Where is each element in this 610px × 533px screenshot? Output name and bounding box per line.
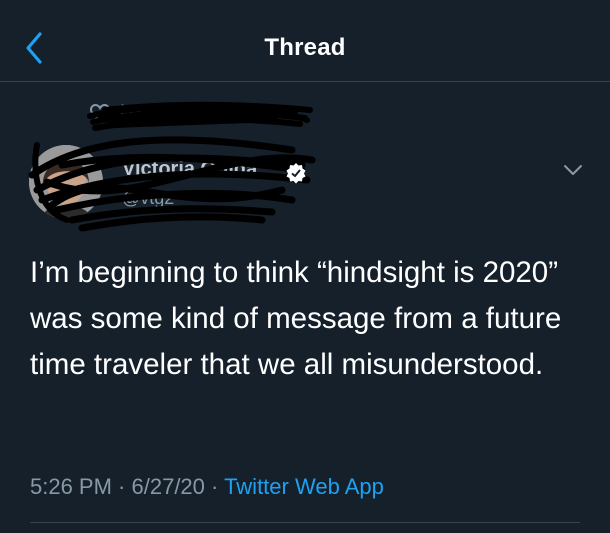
- page-title: Thread: [264, 34, 346, 61]
- avatar-photo: [29, 145, 103, 219]
- divider: [30, 522, 580, 523]
- verified-badge-icon: [286, 163, 306, 184]
- meta-separator: ·: [204, 474, 225, 499]
- tweet-meta: 5:26 PM · 6/27/20 · Twitter Web App: [30, 474, 384, 500]
- social-context-label: Haniu... liked: [120, 102, 230, 123]
- author-display-name[interactable]: Victoria Guida: [122, 158, 257, 181]
- social-context[interactable]: Haniu... liked: [90, 100, 290, 130]
- header-bar: Thread: [0, 0, 610, 82]
- tweet-source-link[interactable]: Twitter Web App: [224, 474, 384, 499]
- author-handle[interactable]: @vtg2: [122, 188, 174, 209]
- chevron-down-icon: [564, 165, 582, 175]
- heart-icon: [90, 104, 110, 122]
- tweet-time[interactable]: 5:26 PM: [30, 474, 112, 499]
- meta-separator: ·: [111, 474, 132, 499]
- tweet-date[interactable]: 6/27/20: [132, 474, 205, 499]
- tweet-menu-button[interactable]: [560, 160, 586, 180]
- avatar[interactable]: [29, 145, 103, 219]
- tweet-text: I’m beginning to think “hindsight is 202…: [30, 256, 562, 381]
